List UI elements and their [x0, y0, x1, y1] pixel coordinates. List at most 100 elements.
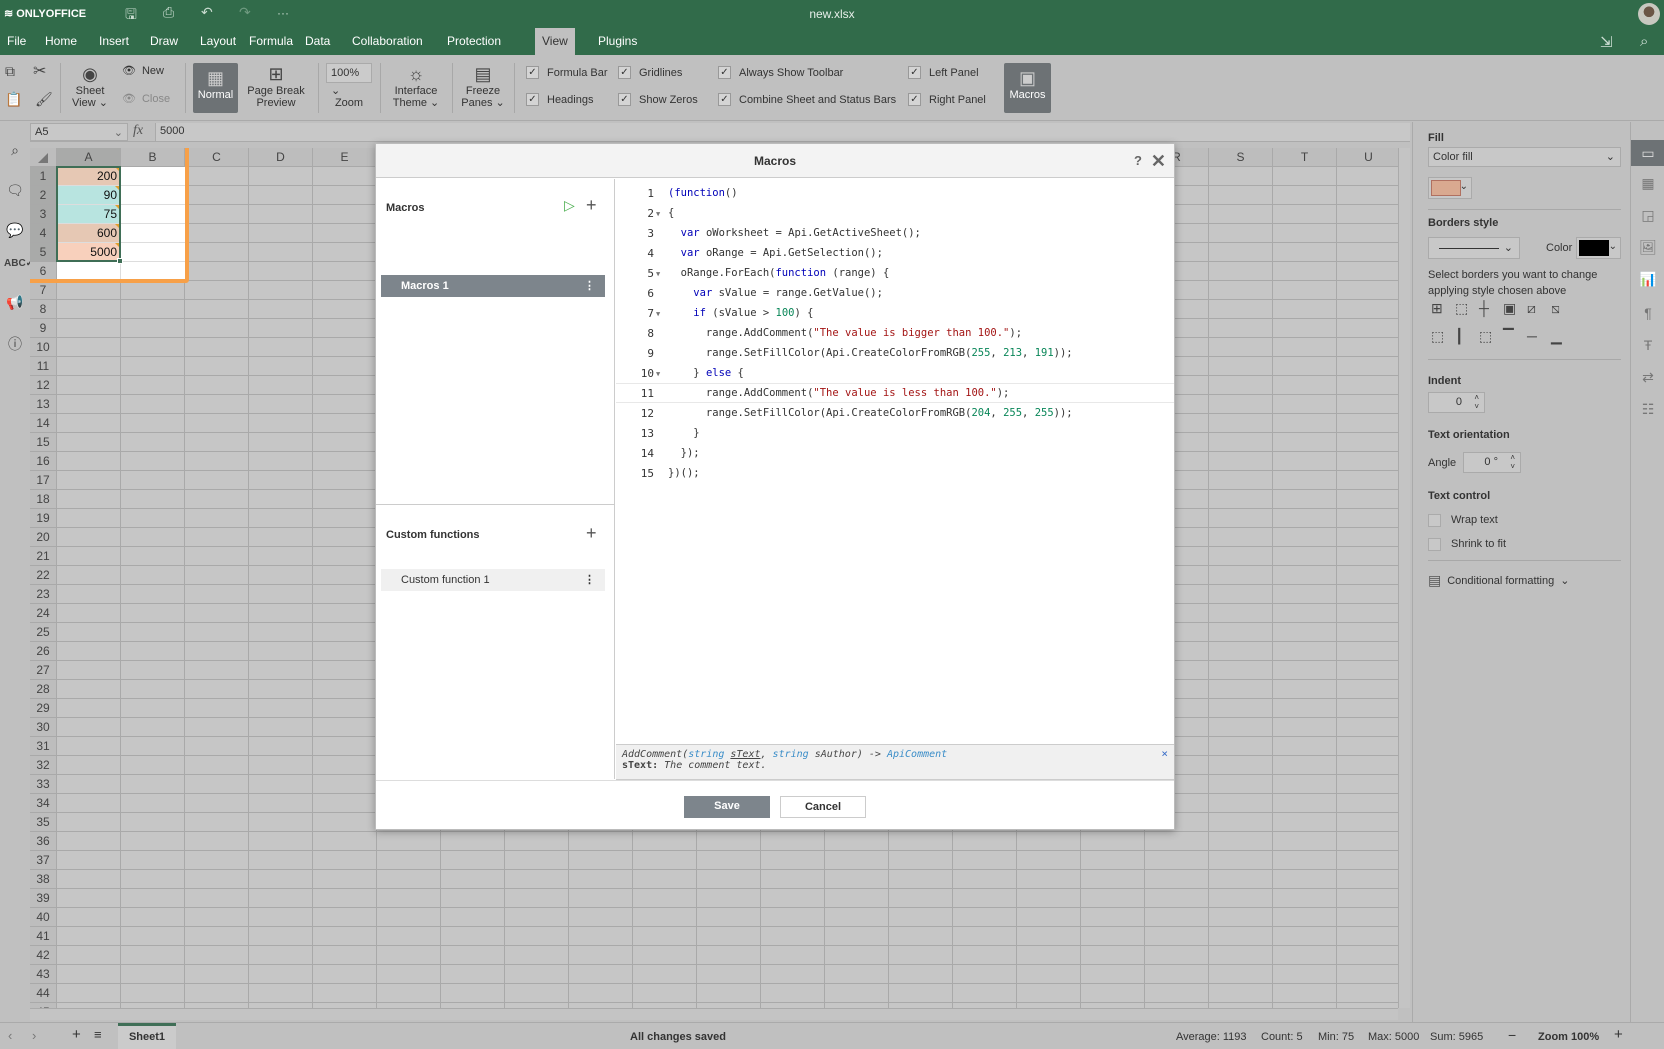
border-line-select[interactable]: ⌄	[1428, 237, 1520, 259]
row-header[interactable]: 8	[30, 300, 57, 319]
row-header[interactable]: 22	[30, 566, 57, 585]
indent-input[interactable]: 0 ˄ ˅	[1428, 392, 1485, 413]
new-view-button[interactable]: 👁 New	[122, 65, 164, 77]
row-header[interactable]: 40	[30, 908, 57, 927]
inner-cross-icon[interactable]: ┼	[1479, 300, 1489, 316]
formula-input[interactable]: 5000	[155, 123, 1410, 141]
conditional-formatting-button[interactable]: ▤ Conditional formatting ⌄	[1428, 572, 1569, 589]
checkbox-box[interactable]: ✓	[526, 66, 539, 79]
format-painter-icon[interactable]: 🖌	[35, 91, 53, 108]
fold-icon[interactable]: ▼	[656, 310, 660, 318]
code-line[interactable]: {	[668, 207, 674, 219]
zoom-select[interactable]: 100% ⌄	[326, 63, 372, 97]
row-header[interactable]: 38	[30, 870, 57, 889]
checkbox-combine-sheet-and-status-bars[interactable]: ✓ Combine Sheet and Status Bars	[718, 93, 896, 106]
tab-insert[interactable]: Insert	[92, 28, 136, 55]
custom-function-item[interactable]: Custom function 1 ⋮	[381, 569, 605, 591]
add-sheet-icon[interactable]: +	[72, 1026, 81, 1043]
row-header[interactable]: 32	[30, 756, 57, 775]
code-line[interactable]: } else {	[668, 367, 744, 379]
code-editor[interactable]: 1 (function() 2 ▼{3 var oWorksheet = Api.Ge…	[616, 179, 1174, 744]
row-header[interactable]: 7	[30, 281, 57, 300]
fold-icon[interactable]: ▼	[656, 210, 660, 218]
row-header[interactable]: 10	[30, 338, 57, 357]
checkbox-headings[interactable]: ✓ Headings	[526, 93, 593, 106]
code-line[interactable]: range.SetFillColor(Api.CreateColorFromRG…	[668, 407, 1073, 419]
zoom-in-icon[interactable]: +	[1614, 1026, 1623, 1043]
undo-icon[interactable]: ↶	[201, 4, 213, 21]
shape-settings-icon[interactable]: ◲	[1631, 202, 1664, 228]
inner-vertical-icon[interactable]: ┃	[1455, 328, 1463, 345]
tab-formula[interactable]: Formula	[242, 28, 300, 55]
checkbox-box[interactable]: ✓	[526, 93, 539, 106]
function-icon[interactable]: fx	[133, 123, 153, 139]
pivot-settings-icon[interactable]: ⇄	[1631, 364, 1664, 390]
column-header[interactable]: S	[1209, 148, 1273, 167]
row-header[interactable]: 24	[30, 604, 57, 623]
left-border-icon[interactable]: ⬚	[1431, 328, 1444, 345]
help-icon[interactable]: ?	[1134, 144, 1142, 178]
row-header[interactable]: 33	[30, 775, 57, 794]
row-header[interactable]: 17	[30, 471, 57, 490]
row-header[interactable]: 18	[30, 490, 57, 509]
code-line[interactable]: if (sValue > 100) {	[668, 307, 813, 319]
column-header[interactable]: T	[1273, 148, 1337, 167]
zoom-out-icon[interactable]: −	[1508, 1027, 1516, 1043]
wrap-text-checkbox[interactable]	[1428, 514, 1441, 527]
more-options-icon[interactable]: ⋮	[584, 275, 595, 297]
checkbox-box[interactable]: ✓	[618, 66, 631, 79]
row-header[interactable]: 25	[30, 623, 57, 642]
tab-plugins[interactable]: Plugins	[591, 28, 644, 55]
row-header[interactable]: 11	[30, 357, 57, 376]
comments-icon[interactable]: 🗨	[4, 182, 26, 199]
text-art-settings-icon[interactable]: Ŧ	[1631, 332, 1664, 358]
column-header[interactable]: D	[249, 148, 313, 167]
diagonal-up-icon[interactable]: ⧄	[1527, 300, 1536, 317]
cell-settings-icon[interactable]: ▭	[1631, 140, 1664, 166]
chat-icon[interactable]: 💬	[4, 222, 26, 239]
code-line[interactable]: (function()	[668, 187, 738, 199]
name-box[interactable]: A5 ⌄	[30, 123, 128, 141]
row-header[interactable]: 42	[30, 946, 57, 965]
tab-view[interactable]: View	[535, 28, 575, 55]
save-button[interactable]: Save	[684, 796, 770, 818]
close-icon[interactable]: ✕	[1151, 144, 1166, 178]
checkbox-always-show-toolbar[interactable]: ✓ Always Show Toolbar	[718, 66, 843, 79]
slicer-settings-icon[interactable]: ☷	[1631, 396, 1664, 422]
tab-layout[interactable]: Layout	[193, 28, 243, 55]
shrink-to-fit-checkbox[interactable]	[1428, 538, 1441, 551]
code-line[interactable]: var oRange = Api.GetSelection();	[668, 247, 883, 259]
tab-file[interactable]: File	[0, 28, 33, 55]
code-line[interactable]: var oWorksheet = Api.GetActiveSheet();	[668, 227, 921, 239]
checkbox-right-panel[interactable]: ✓ Right Panel	[908, 93, 986, 106]
tab-protection[interactable]: Protection	[440, 28, 508, 55]
bottom-border-icon[interactable]: ▁	[1551, 328, 1562, 345]
fill-color-picker[interactable]: ⌄	[1428, 177, 1472, 199]
row-header[interactable]: 31	[30, 737, 57, 756]
spellcheck-icon[interactable]: ABC✓	[4, 258, 34, 269]
user-avatar[interactable]	[1638, 3, 1660, 25]
row-header[interactable]: 36	[30, 832, 57, 851]
code-line[interactable]: var sValue = range.GetValue();	[668, 287, 883, 299]
right-border-icon[interactable]: ⬚	[1479, 328, 1492, 345]
row-header[interactable]: 37	[30, 851, 57, 870]
inner-horizontal-icon[interactable]: ─	[1527, 328, 1537, 344]
cut-icon[interactable]: ✂	[33, 61, 46, 81]
row-header[interactable]: 39	[30, 889, 57, 908]
search-icon[interactable]: ⌕	[1640, 33, 1648, 50]
row-header[interactable]: 15	[30, 433, 57, 452]
code-line[interactable]: })();	[668, 467, 700, 479]
row-header[interactable]: 14	[30, 414, 57, 433]
macro-item[interactable]: Macros 1 ⋮	[381, 275, 605, 297]
checkbox-box[interactable]: ✓	[718, 93, 731, 106]
row-header[interactable]: 16	[30, 452, 57, 471]
code-line[interactable]: range.SetFillColor(Api.CreateColorFromRG…	[668, 347, 1073, 359]
row-header[interactable]: 26	[30, 642, 57, 661]
save-icon[interactable]: 🖫	[125, 4, 137, 28]
vertical-scrollbar[interactable]	[1398, 148, 1410, 1008]
paste-icon[interactable]: 📋	[5, 91, 22, 108]
checkbox-formula-bar[interactable]: ✓ Formula Bar	[526, 66, 608, 79]
row-header[interactable]: 41	[30, 927, 57, 946]
row-header[interactable]: 21	[30, 547, 57, 566]
row-header[interactable]: 28	[30, 680, 57, 699]
